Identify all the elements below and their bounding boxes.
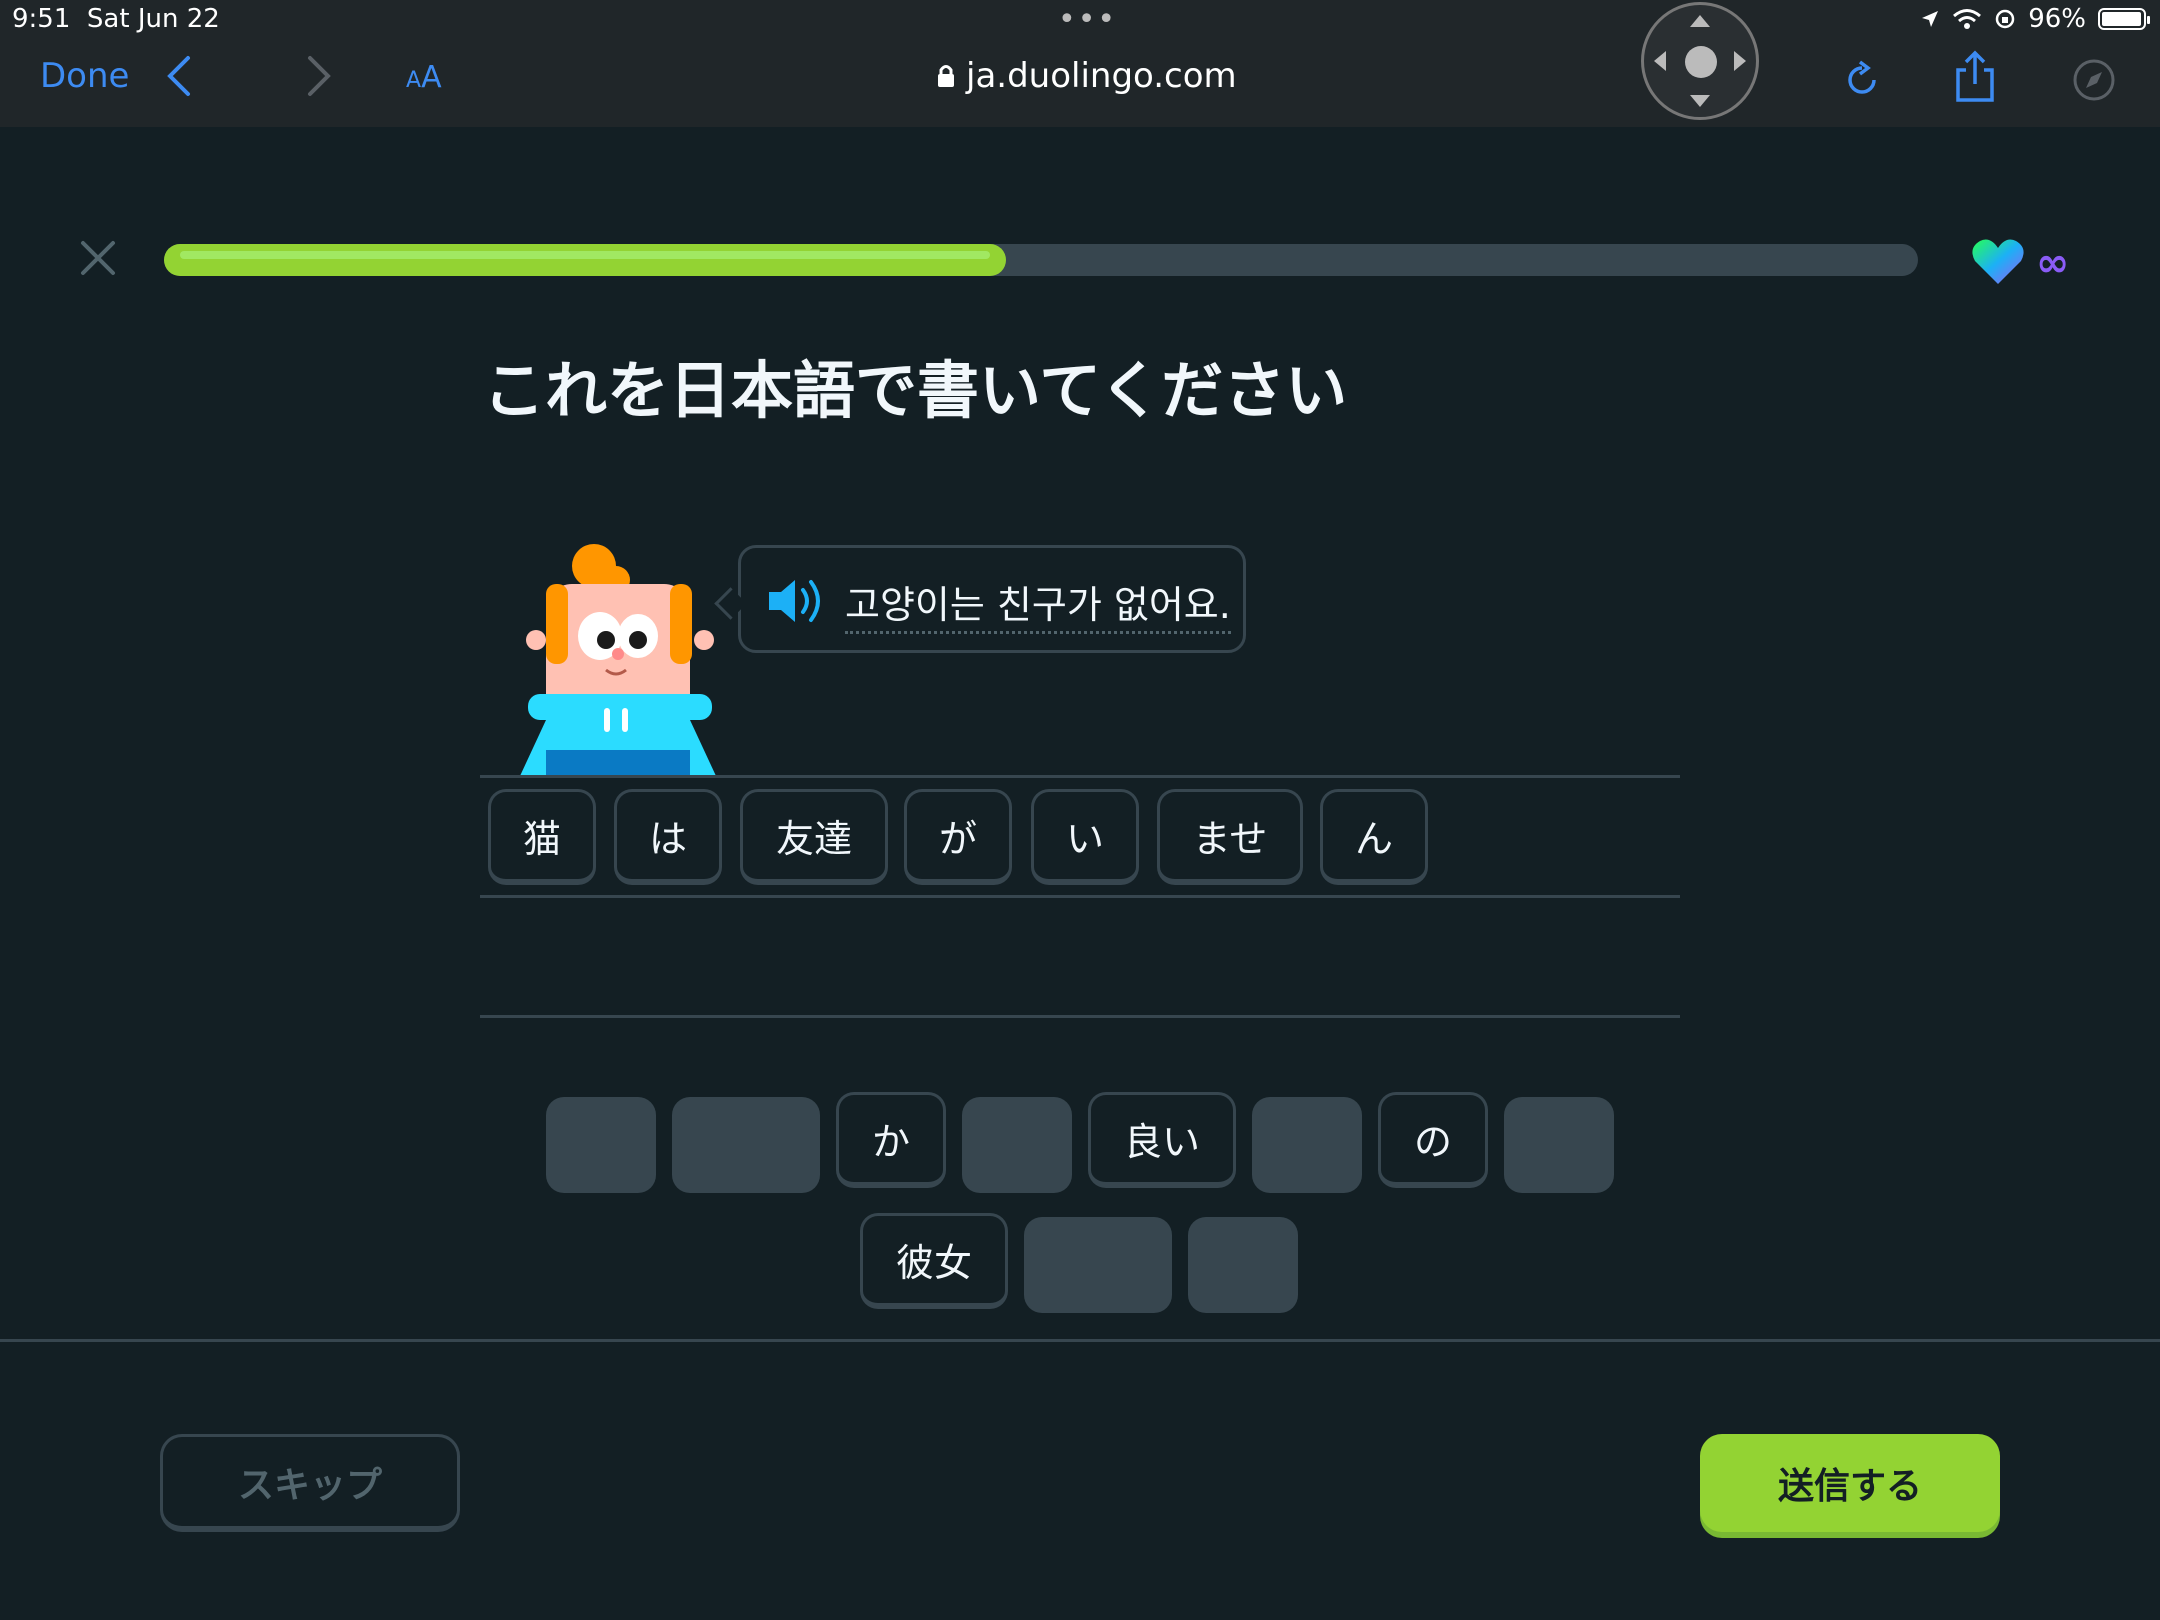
browser-toolbar: 9:51 Sat Jun 22 ••• 96% Done AA ja.duoli… xyxy=(0,0,2160,127)
text-size-button[interactable]: AA xyxy=(406,60,442,95)
prompt-sentence[interactable]: 고양이는 친구가 없어요. xyxy=(845,574,1231,634)
character-illustration xyxy=(520,544,716,776)
location-icon xyxy=(1922,11,1939,27)
url-text: ja.duolingo.com xyxy=(966,56,1237,96)
word-bank-empty-slot xyxy=(672,1097,820,1193)
reload-icon[interactable] xyxy=(1842,58,1882,102)
answer-tile[interactable]: ん xyxy=(1320,789,1428,885)
heart-icon xyxy=(1972,239,2024,284)
back-chevron-icon[interactable] xyxy=(160,54,200,98)
word-bank-tile[interactable]: か xyxy=(836,1092,946,1188)
forward-chevron-icon[interactable] xyxy=(298,54,338,98)
word-bank-empty-slot xyxy=(1504,1097,1614,1193)
speaker-icon[interactable] xyxy=(767,576,825,626)
word-bank-empty-slot xyxy=(1188,1217,1298,1313)
status-time: 9:51 Sat Jun 22 xyxy=(12,4,220,34)
word-bank-empty-slot xyxy=(546,1097,656,1193)
done-button[interactable]: Done xyxy=(40,56,129,96)
compass-icon[interactable] xyxy=(2072,58,2116,102)
answer-tile[interactable]: 猫 xyxy=(488,789,596,885)
word-bank-tile[interactable]: の xyxy=(1378,1092,1488,1188)
multitasking-dots-icon[interactable]: ••• xyxy=(1058,2,1117,37)
answer-tile[interactable]: が xyxy=(904,789,1012,885)
status-indicators: 96% xyxy=(1920,4,2150,34)
answer-line-1 xyxy=(480,775,1680,778)
skip-button[interactable]: スキップ xyxy=(160,1434,460,1532)
answer-line-2 xyxy=(480,895,1680,898)
hearts-count: ∞ xyxy=(2036,240,2070,286)
answer-line-3 xyxy=(480,1015,1680,1018)
address-bar[interactable]: ja.duolingo.com xyxy=(936,56,1237,96)
progress-fill xyxy=(164,244,1006,276)
footer-divider xyxy=(0,1339,2160,1342)
submit-button[interactable]: 送信する xyxy=(1700,1434,2000,1532)
wifi-icon xyxy=(1953,9,1982,29)
answer-tile[interactable]: い xyxy=(1031,789,1139,885)
battery-icon xyxy=(2098,8,2150,30)
word-bank-empty-slot xyxy=(1252,1097,1362,1193)
exercise-title: これを日本語で書いてください xyxy=(483,354,1348,427)
word-bank-tile[interactable]: 良い xyxy=(1088,1092,1236,1188)
lesson-progress-bar xyxy=(164,244,1918,276)
word-bank-empty-slot xyxy=(1024,1217,1172,1313)
battery-percent: 96% xyxy=(2028,4,2086,34)
close-lesson-icon[interactable] xyxy=(78,238,118,278)
answer-tile[interactable]: 友達 xyxy=(740,789,888,885)
word-bank-empty-slot xyxy=(962,1097,1072,1193)
progress-highlight xyxy=(180,251,990,259)
answer-tile[interactable]: は xyxy=(614,789,722,885)
lock-icon xyxy=(938,65,954,87)
speech-bubble: 고양이는 친구가 없어요. xyxy=(738,545,1246,653)
word-bank-tile[interactable]: 彼女 xyxy=(860,1213,1008,1309)
answer-tile[interactable]: ませ xyxy=(1157,789,1303,885)
orientation-lock-icon xyxy=(1995,9,2015,29)
joystick-control[interactable] xyxy=(1641,2,1759,120)
share-icon[interactable] xyxy=(1952,50,1998,104)
